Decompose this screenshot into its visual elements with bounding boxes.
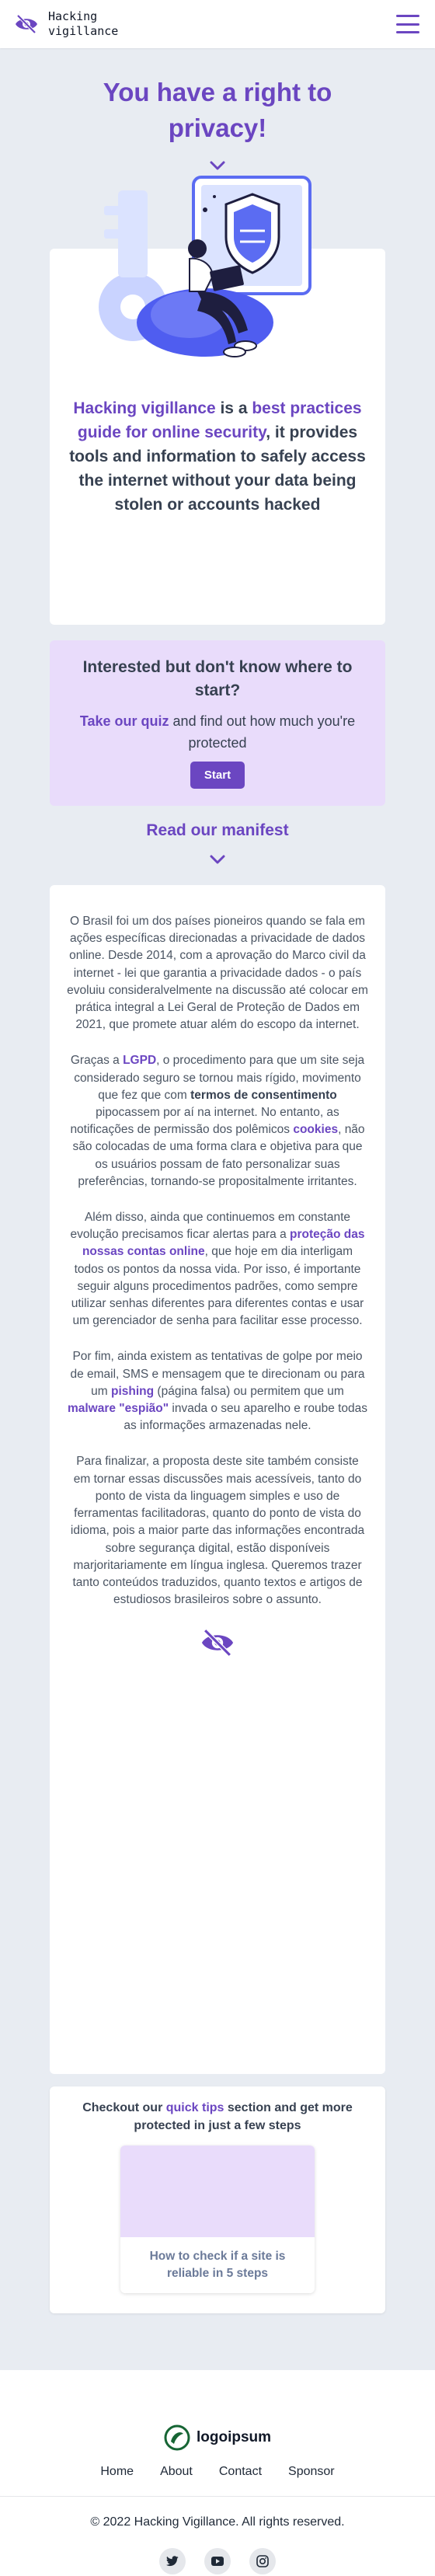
quiz-callout: Interested but don't know where to start… <box>50 640 385 806</box>
footer-nav: Home About Contact Sponsor <box>0 2465 435 2479</box>
brand[interactable]: Hacking vigillance <box>14 9 134 39</box>
quick-tips-link[interactable]: quick tips <box>166 2101 224 2114</box>
intro-text-part: is a <box>215 399 252 417</box>
text-part: (página falsa) ou permitem que um <box>154 1384 344 1398</box>
intro-text: Hacking vigillance is a best practices g… <box>50 396 385 517</box>
quick-tips-card: Checkout our quick tips section and get … <box>50 2086 385 2313</box>
tip-thumbnail <box>120 2146 315 2237</box>
twitter-icon[interactable] <box>159 2548 186 2574</box>
instagram-icon[interactable] <box>249 2548 276 2574</box>
youtube-icon[interactable] <box>204 2548 231 2574</box>
security-illustration <box>99 176 311 357</box>
brand-mention: Hacking vigillance <box>73 399 216 417</box>
footer-link-contact[interactable]: Contact <box>219 2465 262 2479</box>
manifest-paragraph: Além disso, ainda que continuemos em con… <box>67 1209 368 1330</box>
manifest-paragraph: Por fim, ainda existem as tentativas de … <box>67 1348 368 1434</box>
page-title: You have a right to privacy! <box>103 78 332 142</box>
hamburger-menu-icon[interactable] <box>396 15 419 33</box>
take-quiz-link[interactable]: Take our quiz <box>80 713 169 729</box>
logoipsum-icon <box>164 2424 190 2451</box>
manifest-paragraph: Graças a LGPD, o procedimento para que u… <box>67 1052 368 1190</box>
chevron-down-icon[interactable] <box>209 854 226 865</box>
start-quiz-button[interactable]: Start <box>190 762 245 789</box>
footer-logo[interactable]: logoipsum <box>0 2424 435 2451</box>
quiz-description-rest: and find out how much you're protected <box>169 713 356 751</box>
manifest-card: O Brasil foi um dos países pioneiros qua… <box>50 885 385 2074</box>
manifest-paragraph: O Brasil foi um dos países pioneiros qua… <box>67 915 368 1032</box>
footer-link-sponsor[interactable]: Sponsor <box>288 2465 335 2479</box>
cookies-link[interactable]: cookies <box>293 1123 338 1136</box>
footer-link-about[interactable]: About <box>160 2465 193 2479</box>
quick-tips-title: Checkout our quick tips section and get … <box>71 2099 364 2135</box>
brand-name: Hacking vigillance <box>48 9 119 38</box>
quiz-title: Interested but don't know where to start… <box>82 658 353 699</box>
footer-logo-text: logoipsum <box>196 2429 272 2445</box>
text-part: Graças a <box>70 1054 124 1068</box>
lgpd-link[interactable]: LGPD <box>123 1054 156 1067</box>
copyright: © 2022 Hacking Vigillance. All rights re… <box>90 2515 345 2529</box>
chevron-down-icon[interactable] <box>209 160 226 171</box>
eye-slash-icon <box>201 1629 234 1657</box>
read-manifest-link[interactable]: Read our manifest <box>0 821 435 840</box>
quiz-description: Take our quiz and find out how much you'… <box>68 710 367 754</box>
tip-caption: How to check if a site is reliable in 5 … <box>149 2250 286 2280</box>
eye-slash-icon <box>16 14 37 34</box>
spy-malware-link[interactable]: malware "espião" <box>68 1402 169 1415</box>
manifest-paragraph: Para finalizar, a proposta deste site ta… <box>70 1455 365 1607</box>
footer-link-home[interactable]: Home <box>100 2465 134 2479</box>
tip-card[interactable]: How to check if a site is reliable in 5 … <box>120 2146 315 2293</box>
social-links <box>0 2548 435 2574</box>
footer-divider <box>0 2496 435 2497</box>
intro-card: Hacking vigillance is a best practices g… <box>50 176 385 625</box>
text-part: Checkout our <box>82 2101 166 2114</box>
consent-terms-highlight: termos de consentimento <box>190 1088 337 1102</box>
top-nav-bar: Hacking vigillance <box>0 0 435 48</box>
footer: logoipsum Home About Contact Sponsor © 2… <box>0 2370 435 2576</box>
phishing-link[interactable]: pishing <box>111 1385 154 1398</box>
